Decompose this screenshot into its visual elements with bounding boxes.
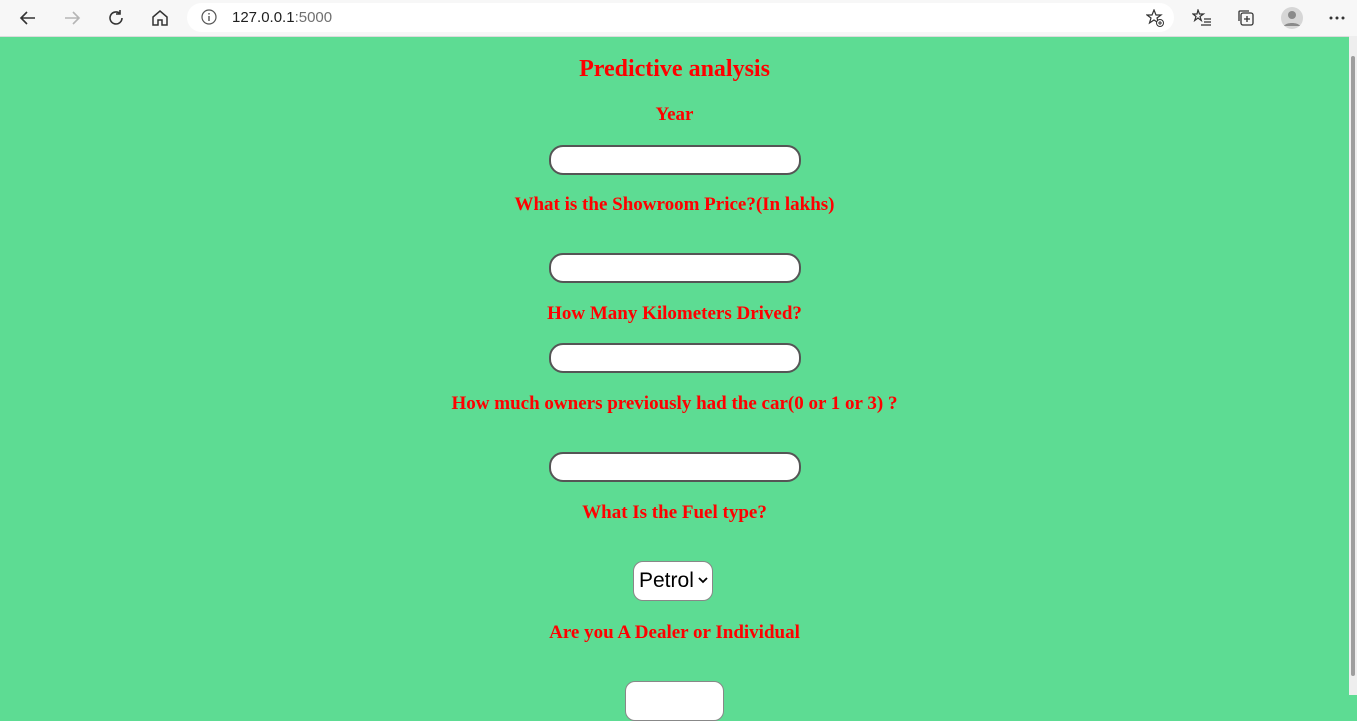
home-button[interactable] — [145, 3, 175, 33]
seller-type-select[interactable] — [625, 681, 724, 721]
home-icon — [152, 10, 168, 26]
vertical-scrollbar[interactable] — [1349, 36, 1357, 695]
year-input[interactable] — [549, 145, 801, 175]
fuel-type-selected: Petrol — [639, 569, 694, 592]
fuel-type-label: What Is the Fuel type? — [582, 502, 767, 523]
page-title: Predictive analysis — [579, 56, 770, 82]
showroom-price-input[interactable] — [549, 253, 801, 283]
url-host: 127.0.0.1 — [232, 9, 295, 26]
collections-icon — [1238, 10, 1254, 26]
url-port: :5000 — [294, 9, 333, 26]
owners-label: How much owners previously had the car(0… — [451, 393, 898, 414]
avatar-icon — [1281, 7, 1303, 29]
favorites-button[interactable] — [1187, 3, 1217, 33]
showroom-price-label: What is the Showroom Price?(In lakhs) — [514, 194, 835, 215]
collections-button[interactable] — [1231, 3, 1261, 33]
url-text: 127.0.0.1:5000 — [232, 9, 332, 26]
address-bar[interactable]: 127.0.0.1:5000 — [187, 3, 1174, 32]
forward-arrow-icon — [65, 11, 81, 25]
owners-input[interactable] — [549, 452, 801, 482]
kilometers-label: How Many Kilometers Drived? — [547, 303, 802, 324]
back-button[interactable] — [13, 3, 43, 33]
year-label: Year — [655, 104, 694, 125]
chevron-down-icon — [698, 577, 708, 584]
browser-toolbar: 127.0.0.1:5000 — [0, 0, 1357, 37]
scrollbar-thumb[interactable] — [1351, 56, 1355, 676]
refresh-icon — [109, 10, 123, 25]
refresh-button[interactable] — [101, 3, 131, 33]
info-icon — [201, 9, 217, 25]
profile-button[interactable] — [1277, 3, 1307, 33]
seller-type-label: Are you A Dealer or Individual — [549, 622, 800, 643]
ellipsis-icon — [1329, 16, 1345, 20]
back-arrow-icon — [19, 11, 35, 25]
add-favorite-icon[interactable] — [1146, 9, 1164, 27]
kilometers-input[interactable] — [549, 343, 801, 373]
fuel-type-select[interactable]: Petrol — [633, 561, 713, 601]
more-menu-button[interactable] — [1322, 3, 1352, 33]
forward-button[interactable] — [57, 3, 87, 33]
favorites-list-icon — [1192, 9, 1211, 26]
page-content: Predictive analysis Year What is the Sho… — [0, 37, 1349, 721]
